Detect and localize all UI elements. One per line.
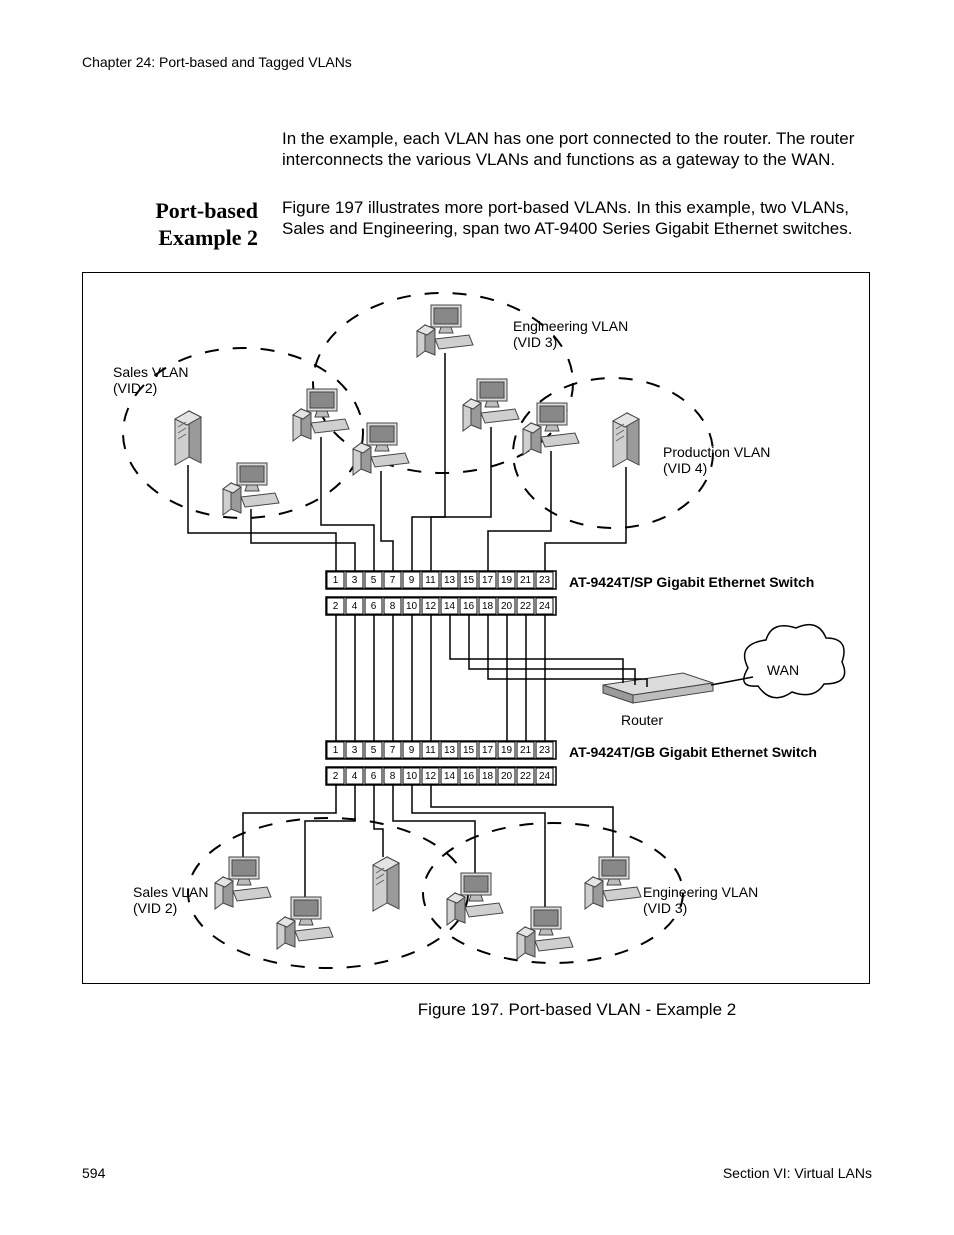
switch-port-number: 24	[539, 601, 551, 612]
switch-port-number: 11	[425, 745, 436, 756]
switch-port-number: 23	[539, 745, 551, 756]
computer-icon	[517, 907, 573, 959]
sales-vlan-label-bottom: Sales VLAN	[133, 884, 208, 900]
switch-port-number: 5	[371, 575, 377, 586]
switch-port-number: 9	[409, 745, 415, 756]
intro-paragraph: In the example, each VLAN has one port c…	[282, 128, 872, 171]
heading-line-1: Port-based	[155, 198, 258, 223]
computer-icon	[215, 857, 271, 909]
switch-port-number: 1	[333, 575, 339, 586]
router-label: Router	[621, 712, 663, 728]
engineering-vlan-label-top: Engineering VLAN	[513, 318, 628, 334]
computer-icon	[277, 897, 333, 949]
server-icon	[175, 411, 201, 465]
computer-icon	[293, 389, 349, 441]
server-icon	[613, 413, 639, 467]
network-diagram: Sales VLAN (VID 2) Engineering VLAN (VID…	[83, 273, 869, 983]
switch-port-number: 2	[333, 601, 339, 612]
switch-port-number: 15	[463, 575, 475, 586]
switch-port-number: 19	[501, 575, 513, 586]
computer-icon	[353, 423, 409, 475]
section-body: Figure 197 illustrates more port-based V…	[282, 197, 872, 252]
heading-line-2: Example 2	[82, 224, 258, 252]
switch-port-number: 10	[406, 601, 418, 612]
engineering-vlan-id-bottom: (VID 3)	[643, 900, 687, 916]
switch-port-number: 20	[501, 601, 513, 612]
switch-port-number: 3	[352, 745, 358, 756]
wan-label: WAN	[767, 662, 799, 678]
computer-icon	[463, 379, 519, 431]
switch-port-number: 21	[520, 575, 532, 586]
switch-port-number: 19	[501, 745, 513, 756]
switch-port-number: 12	[425, 601, 437, 612]
computer-icon	[447, 873, 503, 925]
switch-port-number: 24	[539, 771, 551, 782]
switch-port-number: 16	[463, 771, 475, 782]
server-icon	[373, 857, 399, 911]
switch-port-number: 2	[333, 771, 339, 782]
switch-port-number: 16	[463, 601, 475, 612]
switch-port-number: 9	[409, 575, 415, 586]
switch-port-number: 10	[406, 771, 418, 782]
router-icon	[603, 673, 713, 703]
computer-icon	[523, 403, 579, 455]
switch-port-number: 22	[520, 601, 532, 612]
bottom-links-group	[243, 785, 613, 907]
switch-port-number: 13	[444, 745, 456, 756]
switch-port-number: 17	[482, 745, 494, 756]
switch-port-number: 18	[482, 601, 494, 612]
switch-port-number: 14	[444, 601, 456, 612]
computer-icon	[223, 463, 279, 515]
switch-1-label: AT-9424T/SP Gigabit Ethernet Switch	[569, 574, 814, 590]
router-links	[450, 615, 647, 687]
computer-icon	[417, 305, 473, 357]
switch-port-number: 15	[463, 745, 475, 756]
computer-icon	[585, 857, 641, 909]
switch-2-label: AT-9424T/GB Gigabit Ethernet Switch	[569, 744, 817, 760]
production-vlan-id: (VID 4)	[663, 460, 707, 476]
switch-port-number: 5	[371, 745, 377, 756]
switch-port-number: 13	[444, 575, 456, 586]
switch-port-number: 18	[482, 771, 494, 782]
switch-port-number: 23	[539, 575, 551, 586]
switch-port-number: 6	[371, 771, 377, 782]
switch-2-block: 1357911131517192123 24681012141618202224	[326, 741, 556, 785]
footer-section: Section VI: Virtual LANs	[723, 1165, 872, 1181]
switch-port-number: 20	[501, 771, 513, 782]
engineering-vlan-label-bottom: Engineering VLAN	[643, 884, 758, 900]
inter-switch-links	[336, 615, 545, 741]
sales-vlan-id-top: (VID 2)	[113, 380, 157, 396]
switch-port-number: 14	[444, 771, 456, 782]
engineering-vlan-id-top: (VID 3)	[513, 334, 557, 350]
switch-port-number: 4	[352, 771, 358, 782]
production-vlan-label: Production VLAN	[663, 444, 770, 460]
chapter-line: Chapter 24: Port-based and Tagged VLANs	[82, 54, 872, 70]
switch-port-number: 8	[390, 601, 396, 612]
switch-port-number: 7	[390, 745, 396, 756]
switch-port-number: 22	[520, 771, 532, 782]
switch-port-number: 21	[520, 745, 532, 756]
sales-vlan-id-bottom: (VID 2)	[133, 900, 177, 916]
page-number: 594	[82, 1165, 105, 1181]
switch-port-number: 3	[352, 575, 358, 586]
switch-port-number: 12	[425, 771, 437, 782]
switch-1-block: 1357911131517192123 24681012141618202224	[326, 571, 556, 615]
switch-port-number: 17	[482, 575, 494, 586]
switch-port-number: 1	[333, 745, 339, 756]
figure-container: Sales VLAN (VID 2) Engineering VLAN (VID…	[82, 272, 870, 984]
switch-port-number: 11	[425, 575, 436, 586]
sales-vlan-label-top: Sales VLAN	[113, 364, 188, 380]
section-heading: Port-based Example 2	[82, 197, 282, 252]
document-page: Chapter 24: Port-based and Tagged VLANs …	[0, 0, 954, 1235]
switch-port-number: 4	[352, 601, 358, 612]
switch-port-number: 8	[390, 771, 396, 782]
figure-caption: Figure 197. Port-based VLAN - Example 2	[282, 1000, 872, 1020]
switch-port-number: 6	[371, 601, 377, 612]
switch-port-number: 7	[390, 575, 396, 586]
page-footer: 594 Section VI: Virtual LANs	[82, 1165, 872, 1181]
